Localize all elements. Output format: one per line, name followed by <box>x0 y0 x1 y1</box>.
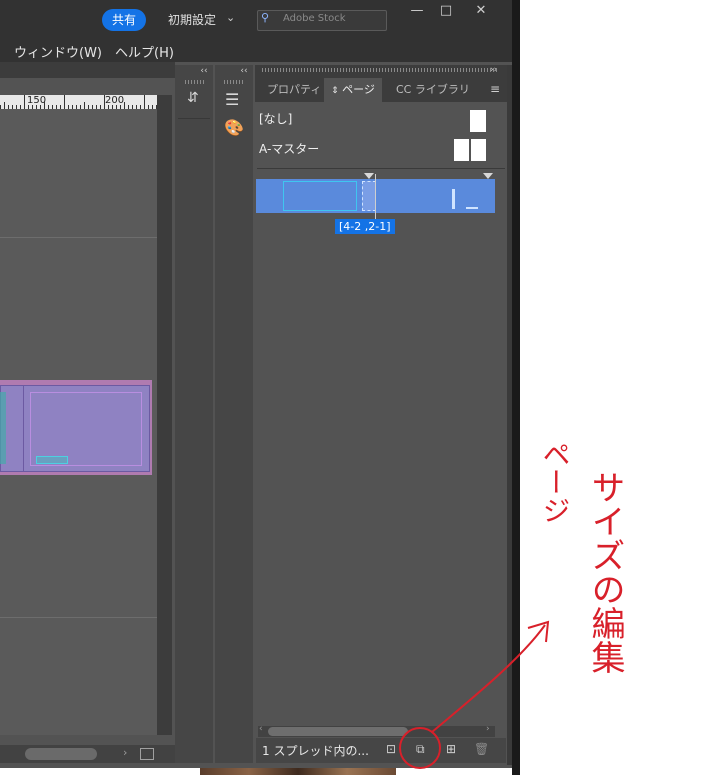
annotation-text-size-edit: サイズの編集 <box>585 470 625 674</box>
annotation-arrow <box>431 624 546 733</box>
annotation-text-page: ページ <box>539 440 572 524</box>
annotation-circle <box>399 727 441 769</box>
handwritten-annotation: ページ サイズの編集 <box>399 440 625 769</box>
